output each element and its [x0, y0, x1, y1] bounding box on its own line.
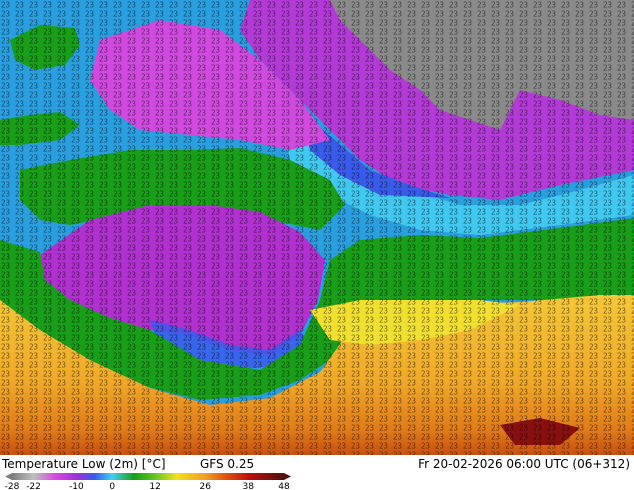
colorbar-tick-label: 38: [242, 482, 254, 490]
temperature-map-canvas: 23: [0, 0, 634, 455]
colorbar-tick-label: -22: [26, 482, 41, 490]
colorbar-gradient: [12, 473, 284, 480]
colorbar-tick-label: 26: [200, 482, 212, 490]
colorbar-tick-label: -28: [5, 482, 20, 490]
colorbar-min-arrow: [5, 473, 12, 480]
temperature-map[interactable]: 23: [0, 0, 634, 455]
colorbar-tick-label: 0: [109, 482, 115, 490]
colorbar-max-arrow: [284, 473, 291, 480]
grid-value-overlay: [0, 0, 634, 455]
colorbar: -28 -22 -10 0 12 26 38 48: [5, 473, 291, 490]
colorbar-tick-label: 48: [278, 482, 290, 490]
map-footer: Temperature Low (2m) [°C] GFS 0.25 Fr 20…: [0, 455, 634, 490]
colorbar-tick-label: -10: [69, 482, 84, 490]
colorbar-tick-label: 12: [149, 482, 160, 490]
